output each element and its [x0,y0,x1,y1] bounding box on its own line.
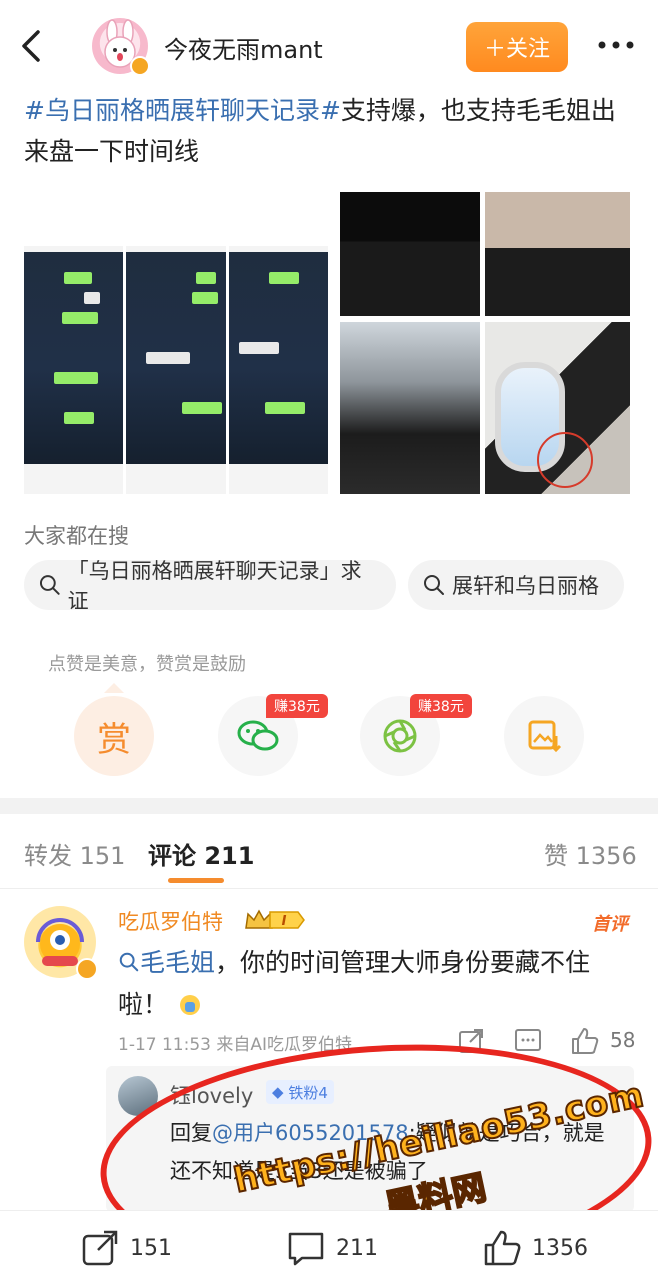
reward-hint: 点赞是美意，赞赏是鼓励 [48,654,246,675]
tab-forward-count: 151 [79,842,126,870]
top-nav-bar: 今夜无雨mant ＋关注 [0,0,658,92]
earn-badge: 赚38元 [410,694,472,718]
search-chip[interactable]: 「乌日丽格晒展轩聊天记录」求证 [24,559,396,613]
tab-forward[interactable]: 转发 151 [24,836,125,871]
more-options-icon[interactable] [596,30,636,60]
search-icon [119,952,139,972]
commenter-avatar[interactable] [24,906,98,980]
tab-forward-label: 转发 [24,842,72,870]
post-photo[interactable] [340,192,480,316]
post-photo[interactable] [485,192,630,316]
member-level-badge-icon: I [245,909,305,929]
tab-like-count: 1356 [575,842,637,870]
tab-comment-count: 211 [204,842,255,870]
active-tab-indicator [168,878,224,883]
tab-like-label: 赞 [544,842,568,870]
chat-screenshot-image[interactable] [24,192,124,494]
tab-comment[interactable]: 评论 211 [148,836,254,871]
verified-badge-icon [76,958,98,980]
comment-reply-icon[interactable] [514,1026,542,1056]
chat-screenshot-image[interactable] [126,192,226,494]
earn-badge: 赚38元 [266,694,328,718]
comment-like-count: 58 [610,1028,636,1052]
search-icon [424,575,444,595]
trending-search-title: 大家都在搜 [24,524,129,548]
share-button[interactable]: 151 [80,1228,172,1268]
author-name[interactable]: 今夜无雨mant [164,30,323,65]
post-hashtag[interactable]: #乌日丽格晒展轩聊天记录# [24,96,341,125]
wechat-icon [237,720,279,751]
comment-count: 211 [336,1235,378,1261]
comment-icon [288,1232,324,1266]
chat-screenshot-image[interactable] [228,192,328,494]
post-image-group-photos [340,192,630,494]
comment-like-icon[interactable] [570,1026,600,1056]
section-divider [0,798,658,814]
tab-comment-label: 评论 [148,842,196,870]
comment-button[interactable]: 211 [286,1228,378,1268]
search-chip-label: 展轩和乌日丽格 [452,574,599,598]
search-icon [39,575,60,595]
first-comment-badge: 首评 [592,914,628,935]
share-icon [82,1230,118,1266]
search-chip-label: 「乌日丽格晒展轩聊天记录」求证 [67,559,362,613]
save-image-button[interactable] [504,696,584,776]
search-chip[interactable]: 展轩和乌日丽格 [408,560,624,610]
hint-caret [104,683,124,693]
comment-text: 毛毛姐，你的时间管理大师身份要藏不住啦！ [118,942,618,1026]
emoji-icon [179,995,200,1015]
like-button[interactable]: 1356 [482,1228,588,1268]
like-icon [484,1230,521,1266]
follow-button[interactable]: ＋关注 [466,22,568,72]
author-avatar[interactable] [92,18,150,76]
tip-button[interactable]: 赏 [74,696,154,776]
moments-icon [383,719,417,753]
comment-mention-link[interactable]: 毛毛姐 [140,948,215,977]
share-count: 151 [130,1235,172,1261]
post-photo[interactable] [340,322,480,494]
tab-divider [0,888,658,889]
like-count: 1356 [532,1235,588,1261]
image-download-icon [528,720,562,753]
commenter-name[interactable]: 吃瓜罗伯特 [118,906,223,936]
post-image-group-chat-screenshots[interactable] [24,192,328,494]
back-arrow-icon[interactable] [16,28,46,64]
member-level-text: I [282,914,287,929]
tab-like[interactable]: 赞 1356 [544,836,637,871]
verified-badge-icon [130,56,150,76]
post-photo[interactable] [485,322,630,494]
post-text: #乌日丽格晒展轩聊天记录#支持爆，也支持毛毛姐出来盘一下时间线 [24,90,634,172]
